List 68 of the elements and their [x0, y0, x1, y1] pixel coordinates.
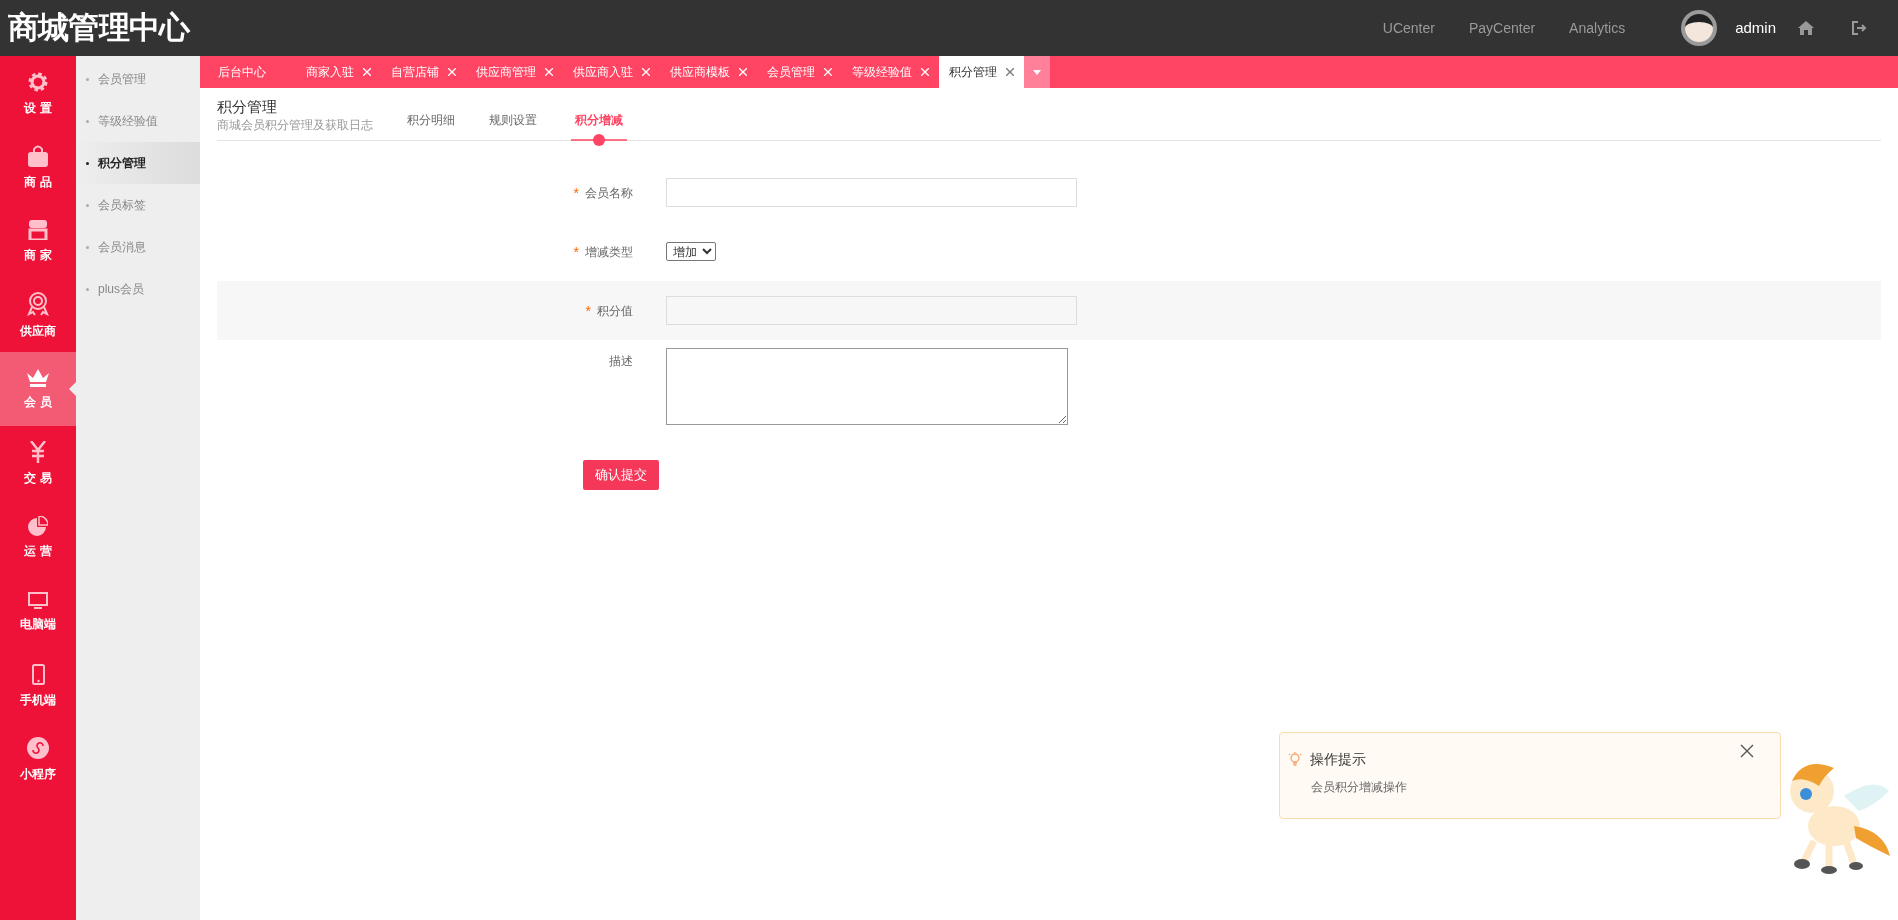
tab[interactable]: 供应商入驻 [563, 56, 660, 88]
page-tab[interactable]: 积分明细 [407, 88, 455, 146]
sidebar-item[interactable]: 会员管理 [76, 58, 200, 100]
input-field[interactable] [666, 296, 1077, 325]
active-tab-indicator [571, 134, 627, 146]
tab[interactable]: 后台中心 [200, 56, 296, 88]
input-field[interactable] [666, 178, 1077, 207]
nav-link[interactable]: PayCenter [1468, 17, 1536, 39]
tab-label[interactable]: 供应商模板 [670, 63, 730, 81]
tab-label[interactable]: 供应商管理 [476, 63, 536, 81]
sidebar-item[interactable]: 等级经验值 [76, 100, 200, 142]
tab[interactable]: 供应商管理 [466, 56, 563, 88]
type-dropdown[interactable]: 增加 [666, 242, 716, 261]
field-label: 描述 [609, 353, 633, 370]
tab-label[interactable]: 后台中心 [218, 63, 266, 81]
monitor-icon [28, 591, 48, 609]
tab-label[interactable]: 会员管理 [767, 63, 815, 81]
nav-link[interactable]: UCenter [1382, 17, 1435, 39]
required-mark: * [573, 244, 579, 259]
sidebar-item[interactable]: 会员消息 [76, 226, 200, 268]
tab[interactable]: 商家入驻 [296, 56, 381, 88]
gear-icon [27, 71, 49, 93]
caret-icon [1033, 69, 1041, 75]
tab-label[interactable]: 积分管理 [949, 63, 997, 81]
crown-icon [27, 369, 49, 387]
logout-icon[interactable] [1852, 21, 1868, 35]
tab[interactable]: 自营店铺 [381, 56, 466, 88]
tab[interactable]: 积分管理 [939, 56, 1024, 88]
close-icon [1740, 744, 1754, 758]
required-mark: * [585, 303, 591, 318]
close-icon[interactable] [1006, 68, 1014, 76]
sidebar-item[interactable]: 会员标签 [76, 184, 200, 226]
page-subtitle: 商城会员积分管理及获取日志 [217, 117, 373, 133]
close-button[interactable] [1740, 744, 1754, 758]
page-tab[interactable]: 积分增减 [571, 88, 627, 146]
more-tabs-button[interactable] [1024, 56, 1050, 88]
tab[interactable]: 供应商模板 [660, 56, 757, 88]
tab-label[interactable]: 商家入驻 [306, 63, 354, 81]
description-field[interactable] [666, 348, 1068, 425]
field-label: 会员名称 [585, 184, 633, 202]
avatar-icon[interactable] [1681, 10, 1718, 46]
sidebar-item[interactable]: plus会员 [76, 268, 200, 310]
store-icon [28, 220, 48, 240]
lightbulb-icon [1288, 751, 1302, 768]
phone-icon [31, 663, 45, 685]
user-name[interactable]: admin [1735, 16, 1776, 40]
page-tab[interactable]: 规则设置 [489, 88, 537, 146]
sidebar-item[interactable]: 会 员 [0, 352, 76, 426]
required-mark: * [573, 185, 579, 200]
pie-chart-icon [28, 516, 48, 536]
tab[interactable]: 会员管理 [757, 56, 842, 88]
page-title: 积分管理 [217, 97, 278, 117]
app-title: 商城管理中心 [8, 8, 190, 47]
tip-text: 会员积分增减操作 [1311, 779, 1408, 796]
yen-icon [30, 441, 46, 463]
home-icon[interactable] [1798, 21, 1814, 35]
tip-title: 操作提示 [1310, 750, 1366, 769]
shopping-bag-icon [28, 145, 48, 167]
tab[interactable]: 等级经验值 [842, 56, 939, 88]
tab-label[interactable]: 自营店铺 [391, 63, 439, 81]
award-icon [27, 292, 49, 316]
field-label: 增减类型 [585, 243, 633, 261]
nav-link[interactable]: Analytics [1569, 17, 1626, 39]
tab-label[interactable]: 供应商入驻 [573, 63, 633, 81]
mini-program-icon [27, 737, 49, 759]
field-label: 积分值 [597, 302, 633, 320]
submit-button[interactable]: 确认提交 [583, 460, 659, 490]
tab-label[interactable]: 等级经验值 [852, 63, 912, 81]
